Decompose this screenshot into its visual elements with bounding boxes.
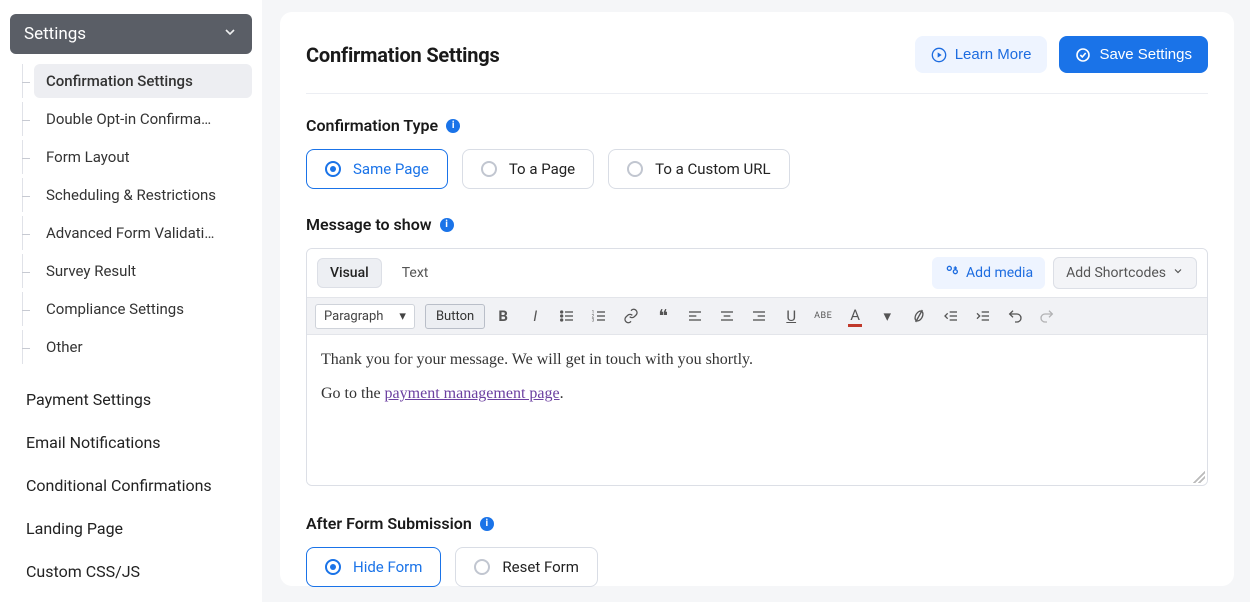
bullet-list-icon[interactable]	[553, 302, 581, 330]
align-right-icon[interactable]	[745, 302, 773, 330]
after-submission-options: Hide Form Reset Form	[306, 547, 1208, 587]
chevron-down-icon	[1172, 265, 1184, 281]
sidebar-item-custom-css-js[interactable]: Custom CSS/JS	[10, 550, 252, 593]
label-message-to-show: Message to show i	[306, 215, 1208, 234]
page-title: Confirmation Settings	[306, 43, 500, 67]
align-center-icon[interactable]	[713, 302, 741, 330]
sidebar-item-survey-result[interactable]: Survey Result	[34, 254, 252, 288]
sidebar-item-form-layout[interactable]: Form Layout	[34, 140, 252, 174]
outdent-icon[interactable]	[937, 302, 965, 330]
editor-toolbar: Paragraph ▾ Button B I 123 ❝ U ABE A	[307, 297, 1207, 335]
media-icon	[944, 263, 960, 283]
sidebar-item-advanced-validation[interactable]: Advanced Form Validati…	[34, 216, 252, 250]
align-left-icon[interactable]	[681, 302, 709, 330]
learn-more-button[interactable]: Learn More	[915, 36, 1048, 73]
numbered-list-icon[interactable]: 123	[585, 302, 613, 330]
sidebar-item-scheduling[interactable]: Scheduling & Restrictions	[34, 178, 252, 212]
strikethrough-icon[interactable]: ABE	[809, 302, 837, 330]
editor-tab-visual[interactable]: Visual	[317, 258, 382, 288]
bold-icon[interactable]: B	[489, 302, 517, 330]
radio-hide-form[interactable]: Hide Form	[306, 547, 441, 587]
card-header: Confirmation Settings Learn More Save Se…	[306, 36, 1208, 94]
resize-handle[interactable]	[1193, 471, 1205, 483]
color-caret-icon[interactable]: ▾	[873, 302, 901, 330]
sidebar-item-other[interactable]: Other	[34, 330, 252, 364]
editor-line-1: Thank you for your message. We will get …	[321, 351, 1193, 369]
radio-reset-form[interactable]: Reset Form	[455, 547, 597, 587]
quote-icon[interactable]: ❝	[649, 302, 677, 330]
play-circle-icon	[931, 47, 947, 63]
editor-content[interactable]: Thank you for your message. We will get …	[307, 335, 1207, 485]
sidebar-header-label: Settings	[24, 24, 86, 44]
radio-icon	[325, 161, 341, 177]
settings-card: Confirmation Settings Learn More Save Se…	[280, 12, 1234, 586]
sidebar-section-settings[interactable]: Settings	[10, 14, 252, 54]
label-confirmation-type: Confirmation Type i	[306, 116, 1208, 135]
confirmation-type-options: Same Page To a Page To a Custom URL	[306, 149, 1208, 189]
link-icon[interactable]	[617, 302, 645, 330]
sidebar-item-conditional-confirmations[interactable]: Conditional Confirmations	[10, 464, 252, 507]
radio-icon	[474, 559, 490, 575]
add-media-button[interactable]: Add media	[932, 257, 1045, 289]
radio-icon	[325, 559, 341, 575]
clear-format-icon[interactable]	[905, 302, 933, 330]
rich-text-editor: Visual Text Add media Add Shortcodes	[306, 248, 1208, 486]
payment-management-link[interactable]: payment management page	[385, 385, 560, 402]
radio-same-page[interactable]: Same Page	[306, 149, 448, 189]
sidebar: Settings Confirmation Settings Double Op…	[0, 0, 262, 602]
main: Confirmation Settings Learn More Save Se…	[262, 0, 1250, 602]
svg-text:3: 3	[592, 317, 595, 323]
chevron-down-icon	[222, 24, 238, 44]
sidebar-item-compliance[interactable]: Compliance Settings	[34, 292, 252, 326]
label-after-submission: After Form Submission i	[306, 514, 1208, 533]
sidebar-item-confirmation-settings[interactable]: Confirmation Settings	[34, 64, 252, 98]
editor-tab-text[interactable]: Text	[390, 259, 441, 287]
redo-icon[interactable]	[1033, 302, 1061, 330]
info-icon[interactable]: i	[446, 119, 460, 133]
sidebar-item-email-notifications[interactable]: Email Notifications	[10, 421, 252, 464]
info-icon[interactable]: i	[440, 218, 454, 232]
radio-to-custom-url[interactable]: To a Custom URL	[608, 149, 789, 189]
sidebar-subnav: Confirmation Settings Double Opt-in Conf…	[34, 64, 252, 364]
format-select[interactable]: Paragraph ▾	[315, 304, 415, 329]
caret-down-icon: ▾	[399, 309, 406, 324]
check-circle-icon	[1075, 47, 1091, 63]
info-icon[interactable]: i	[480, 517, 494, 531]
radio-icon	[481, 161, 497, 177]
italic-icon[interactable]: I	[521, 302, 549, 330]
undo-icon[interactable]	[1001, 302, 1029, 330]
add-shortcodes-button[interactable]: Add Shortcodes	[1053, 257, 1197, 289]
save-settings-button[interactable]: Save Settings	[1059, 36, 1208, 73]
radio-to-a-page[interactable]: To a Page	[462, 149, 594, 189]
sidebar-item-landing-page[interactable]: Landing Page	[10, 507, 252, 550]
insert-button-chip[interactable]: Button	[425, 304, 485, 329]
editor-line-2: Go to the payment management page.	[321, 385, 1193, 403]
radio-icon	[627, 161, 643, 177]
sidebar-topnav: Payment Settings Email Notifications Con…	[10, 378, 252, 593]
indent-icon[interactable]	[969, 302, 997, 330]
sidebar-item-double-opt-in[interactable]: Double Opt-in Confirma…	[34, 102, 252, 136]
text-color-icon[interactable]: A	[841, 302, 869, 330]
sidebar-item-payment-settings[interactable]: Payment Settings	[10, 378, 252, 421]
underline-icon[interactable]: U	[777, 302, 805, 330]
